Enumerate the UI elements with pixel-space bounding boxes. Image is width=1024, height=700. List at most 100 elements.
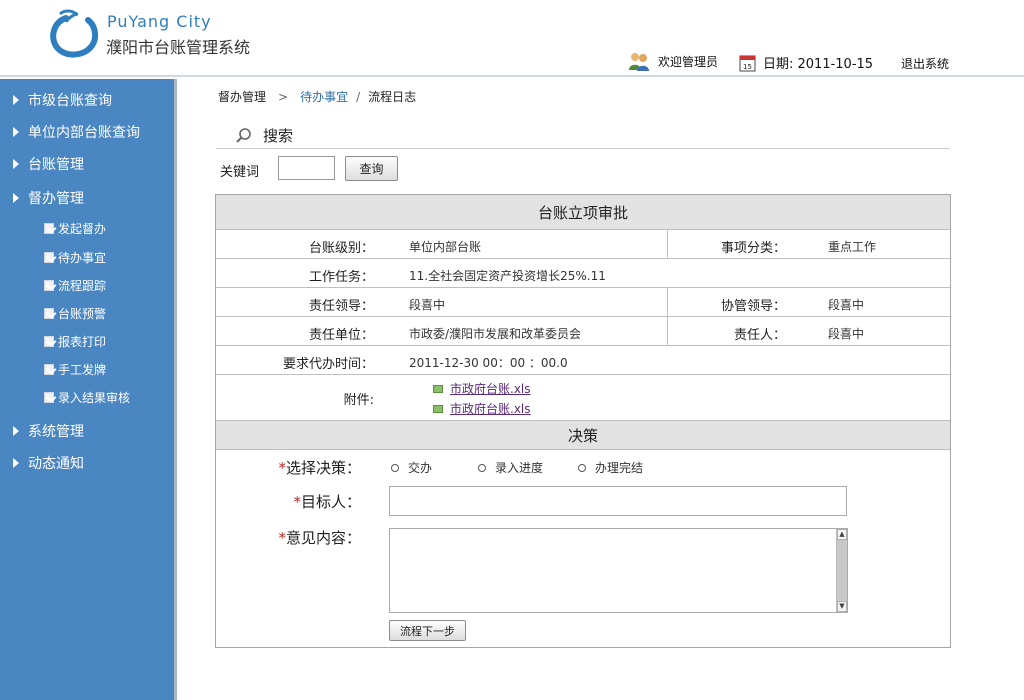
current-date: 15 日期: 2011-10-15 <box>739 53 873 72</box>
sidebar-item-city-ledger[interactable]: 市级台账查询 <box>13 90 112 110</box>
attachment-name: 市政府台账.xls <box>450 382 531 396</box>
breadcrumb-todo[interactable]: 待办事宜 <box>300 88 348 105</box>
decision-title: 决策 <box>216 421 950 450</box>
next-step-button[interactable]: 流程下一步 <box>389 620 466 641</box>
unit-label: 责任单位： <box>308 328 374 343</box>
form-row-attachments: 附件: 市政府台账.xls 市政府台账.xls <box>216 375 950 421</box>
logout-link[interactable]: 退出系统 <box>901 55 949 72</box>
triangle-right-icon <box>13 159 19 169</box>
sidebar-subitem-flow-tracking[interactable]: 流程跟踪 <box>44 277 106 294</box>
subitem-label: 流程跟踪 <box>58 279 107 293</box>
sidebar-item-supervision[interactable]: 督办管理 <box>13 188 84 208</box>
person-label: 责任人： <box>733 328 786 343</box>
doc-check-icon <box>44 280 54 291</box>
sidebar-subitem-report-print[interactable]: 报表打印 <box>44 333 106 350</box>
app-header: PuYang City 濮阳市台账管理系统 欢迎管理员 15 日期: 2011-… <box>0 0 1024 77</box>
divider <box>216 148 950 149</box>
decision-option-progress[interactable]: 录入进度 <box>478 459 543 476</box>
sidebar: 市级台账查询 单位内部台账查询 台账管理 督办管理 发起督办 待办事宜 流程跟踪… <box>0 79 177 700</box>
attachment-label: 附件: <box>343 393 374 408</box>
form-row-unit: 责任单位： 市政委/濮阳市发展和改革委员会 责任人： 段喜中 <box>216 317 950 346</box>
sidebar-item-label: 单位内部台账查询 <box>28 125 140 141</box>
sidebar-subitem-manual-card[interactable]: 手工发牌 <box>44 361 106 378</box>
search-title-text: 搜索 <box>263 127 294 145</box>
category-value: 重点工作 <box>828 240 877 254</box>
option-label: 交办 <box>408 461 433 475</box>
sidebar-item-notices[interactable]: 动态通知 <box>13 453 84 473</box>
breadcrumb-separator: / <box>356 89 361 104</box>
radio-icon <box>391 463 399 472</box>
form-title: 台账立项审批 <box>216 195 950 230</box>
option-label: 办理完结 <box>595 461 644 475</box>
main-content: 督办管理 > 待办事宜 / 流程日志 搜索 关键词 查询 台账立项审批 台账级别… <box>180 79 1024 700</box>
sidebar-item-label: 督办管理 <box>28 191 84 207</box>
welcome-text: 欢迎管理员 <box>658 54 719 69</box>
search-section-title: 搜索 <box>235 125 293 146</box>
level-label: 台账级别： <box>308 241 374 256</box>
required-mark: * <box>293 493 301 511</box>
co-leader-label: 协管领导： <box>720 299 786 314</box>
scrollbar[interactable]: ▲ ▼ <box>836 529 847 612</box>
sidebar-item-ledger-management[interactable]: 台账管理 <box>13 154 84 174</box>
scroll-down-icon[interactable]: ▼ <box>837 601 847 612</box>
subitem-label: 报表打印 <box>58 335 107 349</box>
deadline-label: 要求代办时间： <box>282 357 374 372</box>
choose-decision-text: 选择决策： <box>285 459 361 477</box>
form-row-deadline: 要求代办时间： 2011-12-30 00：00 ：00.0 <box>216 346 950 375</box>
target-person-label: *目标人： <box>216 491 361 512</box>
sidebar-item-label: 台账管理 <box>28 157 84 173</box>
sidebar-item-label: 动态通知 <box>28 456 84 472</box>
subitem-label: 录入结果审核 <box>58 391 131 405</box>
doc-check-icon <box>44 308 54 319</box>
category-label: 事项分类： <box>720 241 786 256</box>
keyword-label: 关键词 <box>220 165 260 180</box>
calendar-icon: 15 <box>739 55 756 71</box>
triangle-right-icon <box>13 127 19 137</box>
doc-check-icon <box>44 223 54 234</box>
required-mark: * <box>278 459 286 477</box>
person-value: 段喜中 <box>828 327 865 341</box>
radio-icon <box>578 463 586 472</box>
leader-value: 段喜中 <box>409 298 446 312</box>
task-label: 工作任务： <box>308 270 374 285</box>
keyword-input[interactable] <box>278 156 335 180</box>
opinion-textarea[interactable]: ▲ ▼ <box>389 528 848 613</box>
dragon-logo-icon <box>50 9 98 58</box>
target-person-text: 目标人： <box>300 493 361 511</box>
query-button[interactable]: 查询 <box>345 156 398 181</box>
sidebar-subitem-result-review[interactable]: 录入结果审核 <box>44 389 130 406</box>
decision-option-complete[interactable]: 办理完结 <box>578 459 643 476</box>
sidebar-item-label: 市级台账查询 <box>28 93 112 109</box>
subitem-label: 待办事宜 <box>58 251 107 265</box>
subitem-label: 手工发牌 <box>58 363 107 377</box>
sidebar-subitem-ledger-warning[interactable]: 台账预警 <box>44 305 106 322</box>
triangle-right-icon <box>13 458 19 468</box>
option-label: 录入进度 <box>495 461 544 475</box>
sidebar-item-system[interactable]: 系统管理 <box>13 421 84 441</box>
breadcrumb-supervision[interactable]: 督办管理 <box>218 88 266 105</box>
subitem-label: 发起督办 <box>58 222 107 236</box>
attachment-name: 市政府台账.xls <box>450 402 531 416</box>
required-mark: * <box>278 529 286 547</box>
doc-check-icon <box>44 392 54 403</box>
scroll-up-icon[interactable]: ▲ <box>837 529 847 540</box>
opinion-text: 意见内容： <box>285 529 361 547</box>
svg-text:15: 15 <box>743 63 752 71</box>
target-person-input[interactable] <box>389 486 847 516</box>
decision-option-assign[interactable]: 交办 <box>391 459 432 476</box>
triangle-right-icon <box>13 193 19 203</box>
attachment-link[interactable]: 市政府台账.xls <box>433 380 531 397</box>
users-icon <box>629 53 649 71</box>
form-row-leader: 责任领导： 段喜中 协管领导： 段喜中 <box>216 288 950 317</box>
attachment-link[interactable]: 市政府台账.xls <box>433 400 531 417</box>
sidebar-item-unit-ledger[interactable]: 单位内部台账查询 <box>13 122 140 142</box>
form-row-task: 工作任务： 11.全社会固定资产投资增长25%.11 <box>216 259 950 288</box>
file-icon <box>433 384 443 393</box>
sidebar-subitem-start-supervision[interactable]: 发起督办 <box>44 220 106 237</box>
welcome-user: 欢迎管理员 <box>628 51 718 71</box>
sidebar-subitem-todo[interactable]: 待办事宜 <box>44 249 106 266</box>
file-icon <box>433 404 443 413</box>
subitem-label: 台账预警 <box>58 307 107 321</box>
deadline-value: 2011-12-30 00：00 ：00.0 <box>409 356 568 370</box>
date-text: 日期: 2011-10-15 <box>763 57 874 72</box>
